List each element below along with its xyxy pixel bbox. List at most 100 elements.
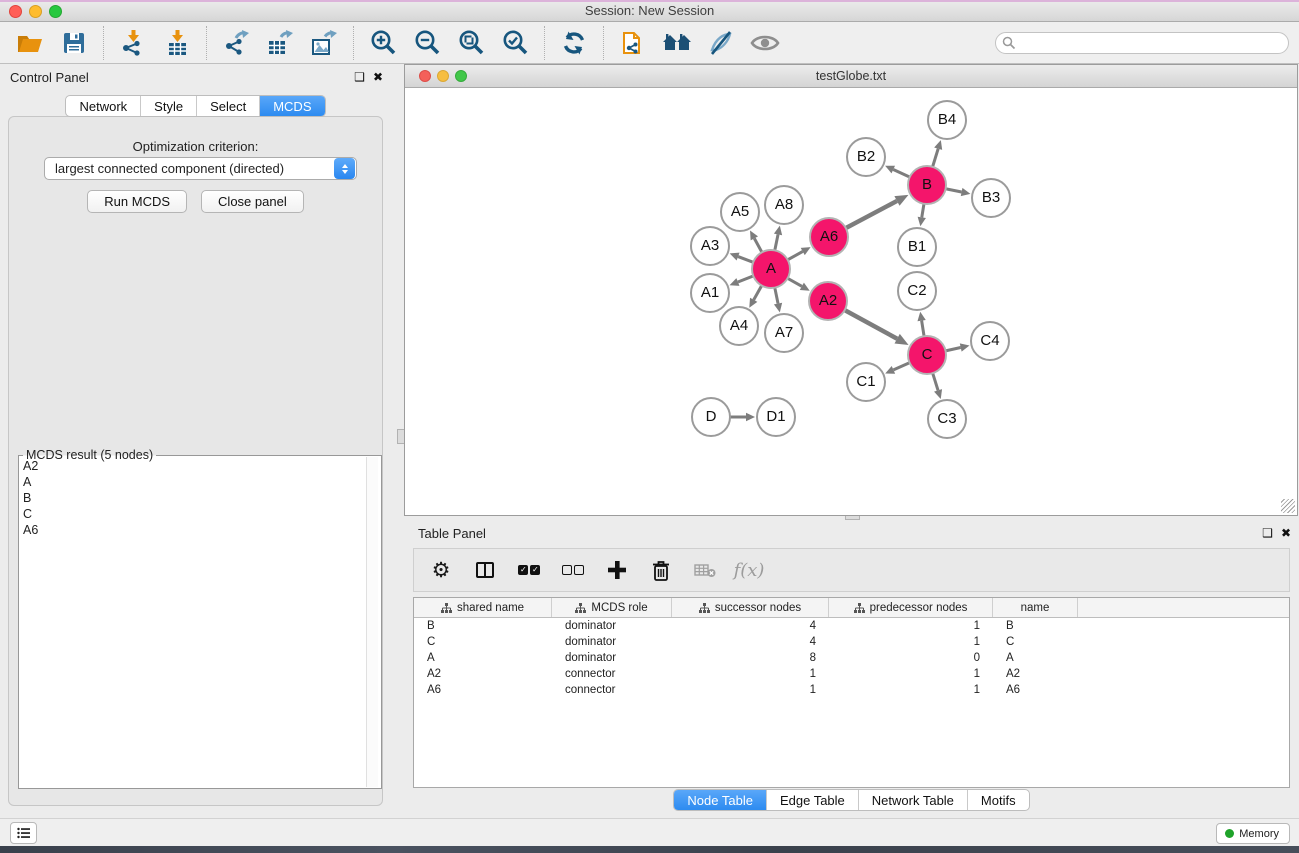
graph-node-B3[interactable]: B3 bbox=[971, 178, 1011, 218]
table-row[interactable]: Adominator80A bbox=[414, 650, 1289, 666]
column-header-successor-nodes[interactable]: successor nodes bbox=[672, 598, 829, 617]
control-panel: Control Panel ❑ ✖ NetworkStyleSelectMCDS… bbox=[0, 64, 391, 818]
graph-node-A8[interactable]: A8 bbox=[764, 185, 804, 225]
column-header-predecessor-nodes[interactable]: predecessor nodes bbox=[829, 598, 993, 617]
attribute-icon bbox=[699, 603, 710, 613]
column-visibility-button[interactable] bbox=[470, 554, 500, 586]
close-panel-icon[interactable]: ✖ bbox=[373, 70, 383, 84]
zoom-in-button[interactable] bbox=[363, 25, 403, 61]
hide-selected-button[interactable] bbox=[701, 25, 741, 61]
attribute-icon bbox=[854, 603, 865, 613]
float-panel-icon[interactable]: ❑ bbox=[354, 70, 365, 84]
table-row[interactable]: A6connector11A6 bbox=[414, 682, 1289, 698]
result-scrollbar[interactable] bbox=[366, 457, 378, 787]
delete-row-button[interactable] bbox=[646, 554, 676, 586]
export-table-button[interactable] bbox=[260, 25, 300, 61]
export-network-icon bbox=[223, 30, 250, 56]
toolbar-separator bbox=[603, 26, 604, 60]
graph-node-C1[interactable]: C1 bbox=[846, 362, 886, 402]
graph-node-A[interactable]: A bbox=[751, 249, 791, 289]
zoom-out-button[interactable] bbox=[407, 25, 447, 61]
refresh-button[interactable] bbox=[554, 25, 594, 61]
first-neighbors-button[interactable] bbox=[657, 25, 697, 61]
dropdown-stepper-icon bbox=[334, 158, 355, 179]
memory-button[interactable]: Memory bbox=[1216, 823, 1290, 844]
table-settings-button[interactable]: ⚙ bbox=[426, 554, 456, 586]
function-builder-button[interactable]: f(x) bbox=[734, 554, 764, 586]
graph-node-A2[interactable]: A2 bbox=[808, 281, 848, 321]
table-cell: dominator bbox=[552, 650, 672, 666]
graph-node-B2[interactable]: B2 bbox=[846, 137, 886, 177]
app-titlebar: Session: New Session bbox=[0, 0, 1299, 22]
table-cell: A6 bbox=[414, 682, 552, 698]
tab-node-table[interactable]: Node Table bbox=[674, 790, 766, 810]
fx-icon: f(x) bbox=[734, 560, 765, 581]
desktop-background bbox=[0, 846, 1299, 853]
save-session-button[interactable] bbox=[54, 25, 94, 61]
table-row[interactable]: A2connector11A2 bbox=[414, 666, 1289, 682]
graph-node-B[interactable]: B bbox=[907, 165, 947, 205]
float-table-panel-icon[interactable]: ❑ bbox=[1262, 526, 1273, 540]
tab-style[interactable]: Style bbox=[140, 96, 196, 116]
delete-table-button[interactable] bbox=[690, 554, 720, 586]
close-panel-button[interactable]: Close panel bbox=[201, 190, 304, 213]
tab-network-table[interactable]: Network Table bbox=[858, 790, 967, 810]
zoom-fit-button[interactable] bbox=[451, 25, 491, 61]
tab-network[interactable]: Network bbox=[66, 96, 140, 116]
zoom-in-icon bbox=[370, 29, 397, 56]
memory-label: Memory bbox=[1239, 828, 1279, 840]
window-resize-grip[interactable] bbox=[1281, 499, 1295, 513]
graph-node-A7[interactable]: A7 bbox=[764, 313, 804, 353]
mcds-result-list: A2ABCA6 bbox=[19, 458, 367, 538]
graph-node-B4[interactable]: B4 bbox=[927, 100, 967, 140]
graph-node-A3[interactable]: A3 bbox=[690, 226, 730, 266]
add-row-button[interactable] bbox=[602, 554, 632, 586]
graph-node-B1[interactable]: B1 bbox=[897, 227, 937, 267]
edge-arrowhead bbox=[746, 413, 755, 421]
close-table-panel-icon[interactable]: ✖ bbox=[1281, 526, 1291, 540]
tab-motifs[interactable]: Motifs bbox=[967, 790, 1029, 810]
export-network-button[interactable] bbox=[216, 25, 256, 61]
column-header-shared-name[interactable]: shared name bbox=[414, 598, 552, 617]
column-header-name[interactable]: name bbox=[993, 598, 1078, 617]
deselect-all-button[interactable] bbox=[558, 554, 588, 586]
control-panel-tabbar: NetworkStyleSelectMCDS bbox=[65, 95, 325, 117]
show-all-button[interactable] bbox=[745, 25, 785, 61]
import-network-button[interactable] bbox=[113, 25, 153, 61]
toolbar-separator bbox=[544, 26, 545, 60]
graph-node-A1[interactable]: A1 bbox=[690, 273, 730, 313]
run-mcds-button[interactable]: Run MCDS bbox=[87, 190, 187, 213]
open-session-button[interactable] bbox=[10, 25, 50, 61]
graph-node-A6[interactable]: A6 bbox=[809, 217, 849, 257]
column-header-MCDS-role[interactable]: MCDS role bbox=[552, 598, 672, 617]
table-row[interactable]: Bdominator41B bbox=[414, 618, 1289, 634]
tab-mcds[interactable]: MCDS bbox=[259, 96, 324, 116]
graph-node-C3[interactable]: C3 bbox=[927, 399, 967, 439]
graph-node-D[interactable]: D bbox=[691, 397, 731, 437]
graph-node-C[interactable]: C bbox=[907, 335, 947, 375]
table-row[interactable]: Cdominator41C bbox=[414, 634, 1289, 650]
table-cell: connector bbox=[552, 666, 672, 682]
toolbar-separator bbox=[353, 26, 354, 60]
zoom-selected-button[interactable] bbox=[495, 25, 535, 61]
graph-node-A4[interactable]: A4 bbox=[719, 306, 759, 346]
graph-node-A5[interactable]: A5 bbox=[720, 192, 760, 232]
graph-node-D1[interactable]: D1 bbox=[756, 397, 796, 437]
network-window-titlebar[interactable]: testGlobe.txt bbox=[405, 65, 1297, 88]
tab-select[interactable]: Select bbox=[196, 96, 259, 116]
show-panels-button[interactable] bbox=[10, 822, 37, 844]
search-input[interactable] bbox=[1016, 34, 1288, 52]
export-image-button[interactable] bbox=[304, 25, 344, 61]
tab-edge-table[interactable]: Edge Table bbox=[766, 790, 858, 810]
mcds-result-item: A2 bbox=[19, 458, 367, 474]
unchecked-box-icon bbox=[562, 565, 572, 575]
network-canvas[interactable]: A A1 A2 A3 A4 A5 A6 A7 A8 B B1 B2 B3B4 C C1 C2 C3C4 D D1 bbox=[405, 88, 1297, 515]
criterion-dropdown[interactable]: largest connected component (directed) bbox=[44, 157, 357, 180]
new-network-from-selection-button[interactable] bbox=[613, 25, 653, 61]
search-field[interactable] bbox=[995, 32, 1289, 54]
save-floppy-icon bbox=[62, 31, 86, 55]
graph-node-C4[interactable]: C4 bbox=[970, 321, 1010, 361]
select-all-button[interactable] bbox=[514, 554, 544, 586]
import-table-button[interactable] bbox=[157, 25, 197, 61]
graph-node-C2[interactable]: C2 bbox=[897, 271, 937, 311]
